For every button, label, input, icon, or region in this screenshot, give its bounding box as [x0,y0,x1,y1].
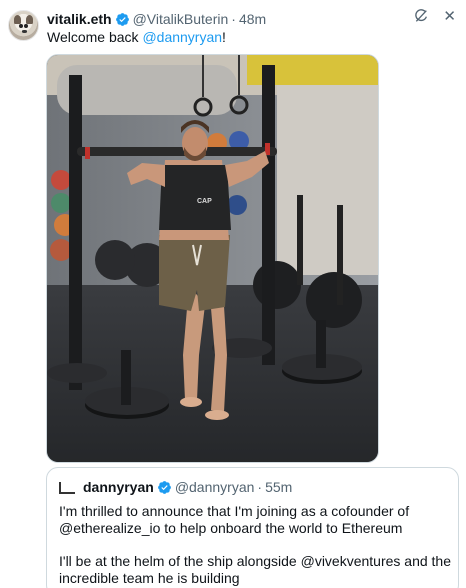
tweet-text-prefix: Welcome back [47,29,143,45]
close-icon[interactable]: ✕ [443,9,456,24]
grok-icon[interactable] [413,8,429,24]
separator-dot: · [257,479,263,495]
avatar-ear [26,15,33,24]
gym-photo-illustration: CAP [47,55,378,462]
avatar-nose [22,30,27,33]
quote-header: dannyryan @dannyryan · 55m [59,478,292,496]
tweet-text: Welcome back @dannyryan! [47,28,226,46]
quote-author-name[interactable]: dannyryan [83,479,154,495]
tweet-timestamp[interactable]: 48m [239,11,266,27]
quote-paragraph: I'll be at the helm of the ship alongsid… [59,553,452,586]
avatar[interactable] [8,10,39,41]
header-actions: ✕ [413,8,456,24]
avatar-eye [24,24,28,28]
vest-logo: CAP [197,198,212,205]
tweet-text-suffix: ! [222,29,226,45]
author-name[interactable]: vitalik.eth [47,11,112,27]
author-handle[interactable]: @VitalikButerin [133,11,229,27]
verified-badge-icon [115,12,129,26]
reply-hook-icon [59,482,75,494]
quote-text: I'm thrilled to announce that I'm joinin… [59,503,454,588]
quoted-tweet[interactable]: dannyryan @dannyryan · 55m I'm thrilled … [46,467,459,588]
mention-link[interactable]: @dannyryan [142,29,222,45]
separator-dot: · [231,11,236,27]
quote-timestamp[interactable]: 55m [265,479,292,495]
avatar-eye [19,24,23,28]
quote-author-handle[interactable]: @dannyryan [175,479,255,495]
quote-paragraph: I'm thrilled to announce that I'm joinin… [59,503,410,536]
tweet-photo[interactable]: CAP [46,54,379,463]
tweet-header: vitalik.eth @VitalikButerin · 48m [47,10,266,28]
verified-badge-icon [157,480,171,494]
avatar-ear [14,15,21,24]
